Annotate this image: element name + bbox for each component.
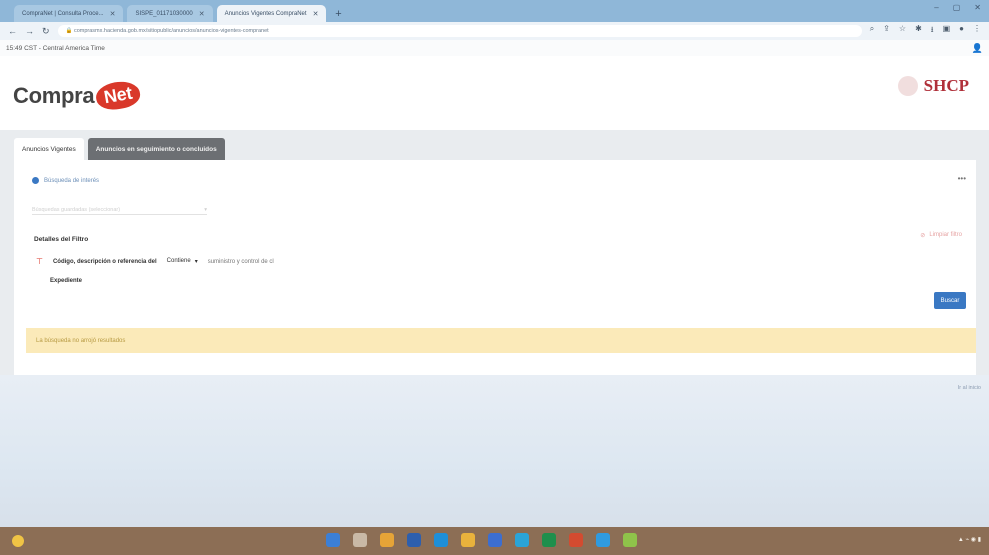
address-bar[interactable]: 🔒 comprasmx.hacienda.gob.mx/sitiopublic/…: [57, 25, 862, 37]
close-icon[interactable]: ✕: [313, 10, 319, 18]
extensions: ⌕ ⇪ ☆ ✱ ⭳ ▣ ● ⋮: [870, 24, 981, 38]
filter-row: ⊤ Código, descripción o referencia del C…: [36, 257, 274, 266]
lock-icon: 🔒: [65, 28, 74, 34]
filter-clear-icon: ⊘: [920, 233, 926, 239]
search-icon[interactable]: [353, 533, 367, 547]
info-icon: [32, 177, 39, 184]
weather-icon[interactable]: [12, 535, 24, 547]
minimize-icon[interactable]: –: [934, 3, 938, 12]
store-icon[interactable]: [407, 533, 421, 547]
chrome-icon[interactable]: [596, 533, 610, 547]
chevron-down-icon: ▾: [204, 206, 207, 213]
shcp-text: SHCP: [923, 76, 969, 95]
search-button[interactable]: Buscar: [934, 292, 966, 309]
tab-seguimiento-concluidos[interactable]: Anuncios en seguimiento o concluidos: [87, 138, 225, 160]
forward-icon[interactable]: →: [25, 26, 34, 36]
browser-tab-3-label: Anuncios Vigentes CompraNet: [224, 10, 307, 17]
shcp-logo[interactable]: SHCP: [897, 76, 969, 96]
download-icon[interactable]: ⭳: [931, 24, 934, 38]
menu-icon[interactable]: ⋮: [973, 24, 981, 38]
page-background: [0, 375, 989, 527]
zoom-icon[interactable]: ⌕: [870, 24, 874, 38]
operator-select[interactable]: Contiene ▾: [167, 258, 198, 265]
no-results-alert: La búsqueda no arrojó resultados: [26, 328, 976, 353]
filter-details-title: Detalles del Filtro: [34, 236, 89, 243]
browser-tab-3[interactable]: Anuncios Vigentes CompraNet ✕: [216, 5, 327, 22]
saved-search-placeholder: Búsquedas guardadas (seleccionar): [32, 206, 121, 213]
browser-toolbar: ← → ↻ 🔒 comprasmx.hacienda.gob.mx/sitiop…: [0, 22, 989, 40]
chevron-down-icon: ▾: [194, 259, 198, 265]
browser-tab-1-label: CompraNet | Consulta Proce...: [22, 10, 104, 17]
search-help[interactable]: Búsqueda de interés: [32, 177, 99, 184]
filter-field: Código, descripción o referencia del: [52, 258, 157, 265]
filter-icon[interactable]: ⊤: [36, 257, 43, 266]
browser-tab-1[interactable]: CompraNet | Consulta Proce... ✕: [14, 5, 124, 22]
clear-filter-button[interactable]: ⊘ Limpiar filtro: [920, 232, 962, 239]
close-icon[interactable]: ✕: [110, 10, 116, 18]
help-text: Búsqueda de interés: [44, 177, 100, 184]
page-tabs: Anuncios Vigentes Anuncios en seguimient…: [14, 138, 225, 160]
start-icon[interactable]: [326, 533, 340, 547]
clock-bar: 15:49 CST - Central America Time 👤: [0, 40, 989, 56]
browser-tab-2-label: SISPE_01171030000: [135, 10, 193, 17]
logo-badge: Net: [94, 78, 143, 113]
powerpoint-icon[interactable]: [569, 533, 583, 547]
excel-icon[interactable]: [542, 533, 556, 547]
new-tab-button[interactable]: +: [330, 5, 346, 22]
file-explorer-icon[interactable]: [380, 533, 394, 547]
close-window-icon[interactable]: ✕: [974, 3, 981, 12]
clock-text: 15:49 CST - Central America Time: [6, 44, 105, 52]
os-taskbar: ▲ ⌁ ◉ ▮: [0, 527, 989, 555]
share-icon[interactable]: ⇪: [883, 24, 890, 38]
back-icon[interactable]: ←: [8, 26, 17, 36]
browser-tab-strip: CompraNet | Consulta Proce... ✕ SISPE_01…: [0, 0, 989, 22]
operator-value: Contiene: [166, 258, 191, 264]
logo-prefix: Compra: [13, 82, 95, 108]
more-options-icon[interactable]: •••: [958, 174, 966, 183]
reload-icon[interactable]: ↻: [42, 26, 50, 37]
filter-value[interactable]: suministro y control de cl: [208, 259, 274, 265]
saved-search-select[interactable]: Búsquedas guardadas (seleccionar) ▾: [32, 205, 207, 215]
edge-icon[interactable]: [434, 533, 448, 547]
window-controls: – ▢ ✕: [934, 3, 981, 12]
star-icon[interactable]: ☆: [899, 24, 906, 38]
tab-anuncios-vigentes[interactable]: Anuncios Vigentes: [14, 138, 84, 160]
clear-filter-label: Limpiar filtro: [929, 232, 962, 238]
browser-tab-2[interactable]: SISPE_01171030000 ✕: [127, 5, 213, 22]
puzzle-icon[interactable]: ✱: [915, 24, 922, 38]
user-icon[interactable]: 👤: [972, 43, 983, 54]
maximize-icon[interactable]: ▢: [953, 3, 961, 12]
go-top-link[interactable]: Ir al inicio: [958, 385, 981, 391]
close-icon[interactable]: ✕: [199, 10, 205, 18]
search-panel: Búsqueda de interés ••• Búsquedas guarda…: [14, 160, 976, 375]
filter-field-line2: Expediente: [50, 278, 83, 284]
system-tray[interactable]: ▲ ⌁ ◉ ▮: [958, 536, 981, 543]
site-header: Compra Net SHCP: [0, 56, 989, 130]
taskbar-apps: [326, 533, 637, 547]
url-text: comprasmx.hacienda.gob.mx/sitiopublic/an…: [73, 28, 269, 34]
app-icon[interactable]: [623, 533, 637, 547]
profile-icon[interactable]: ●: [959, 24, 964, 38]
word-icon[interactable]: [488, 533, 502, 547]
outlook-icon[interactable]: [515, 533, 529, 547]
seal-icon: [897, 76, 918, 96]
sidepanel-icon[interactable]: ▣: [943, 24, 951, 38]
folder-icon[interactable]: [461, 533, 475, 547]
compranet-logo[interactable]: Compra Net: [13, 78, 143, 113]
